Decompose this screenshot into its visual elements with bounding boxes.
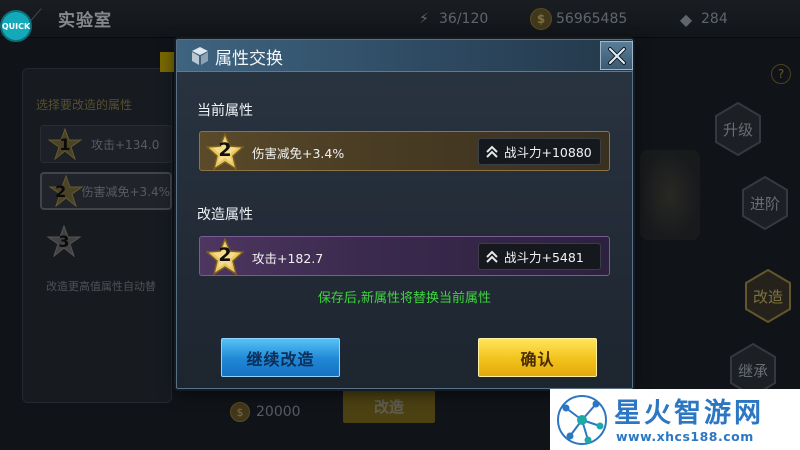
current-attribute-label: 当前属性 bbox=[197, 103, 253, 119]
quick-button[interactable]: QUICK bbox=[0, 10, 32, 42]
double-chevron-up-icon bbox=[486, 250, 498, 263]
close-button[interactable] bbox=[600, 41, 633, 70]
current-power-box: 战斗力+10880 bbox=[478, 138, 601, 165]
cube-icon bbox=[192, 47, 208, 65]
close-icon bbox=[607, 46, 626, 65]
modified-power-value: 战斗力+5481 bbox=[504, 250, 584, 265]
network-logo-icon bbox=[557, 395, 607, 445]
current-power-value: 战斗力+10880 bbox=[504, 145, 592, 160]
rank-number: 2 bbox=[218, 244, 232, 266]
modified-power-box: 战斗力+5481 bbox=[478, 243, 601, 270]
watermark-url: www.xhcs188.com bbox=[616, 429, 754, 444]
rank-number: 2 bbox=[218, 139, 232, 161]
watermark-name: 星火智游网 bbox=[614, 398, 764, 429]
star-badge-icon: 2 bbox=[206, 238, 244, 276]
star-badge-icon: 2 bbox=[206, 133, 244, 171]
current-attribute-bar: 2 伤害减免+3.4% 战斗力+10880 bbox=[199, 131, 610, 171]
replace-notice: 保存后,新属性将替换当前属性 bbox=[317, 291, 492, 306]
continue-modify-button[interactable]: 继续改造 bbox=[221, 338, 340, 377]
modified-attribute-value: 攻击+182.7 bbox=[252, 251, 324, 266]
modified-attribute-label: 改造属性 bbox=[197, 207, 253, 223]
confirm-button[interactable]: 确认 bbox=[478, 338, 597, 377]
double-chevron-up-icon bbox=[486, 145, 498, 158]
attribute-swap-dialog: 属性交换 当前属性 2 伤害减免+3.4% 战斗力+10880 改造属性 2 攻… bbox=[176, 39, 633, 389]
dialog-title: 属性交换 bbox=[215, 49, 283, 69]
site-watermark: 星火智游网 www.xhcs188.com bbox=[550, 389, 800, 450]
current-attribute-value: 伤害减免+3.4% bbox=[252, 146, 345, 161]
dialog-header: 属性交换 bbox=[177, 40, 633, 72]
modified-attribute-bar: 2 攻击+182.7 战斗力+5481 bbox=[199, 236, 610, 276]
